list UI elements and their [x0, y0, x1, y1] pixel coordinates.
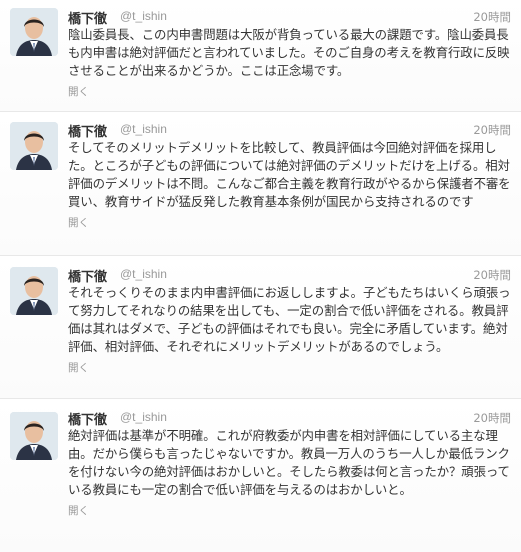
tweet-text: 陰山委員長、この内申書問題は大阪が背負っている最大の課題です。陰山委員長も内申書… [68, 27, 510, 78]
avatar[interactable] [10, 267, 58, 315]
avatar-photo-icon [10, 412, 58, 460]
avatar[interactable] [10, 412, 58, 460]
avatar-photo-icon [10, 8, 58, 56]
author-name[interactable]: 橋下徹 [68, 266, 107, 285]
author-handle[interactable]: @t_ishin [120, 9, 167, 23]
tweet[interactable]: 橋下徹 @t_ishin 20時間 それそっくりそのまま内申書評価にお返しします… [0, 256, 521, 399]
avatar-photo-icon [10, 122, 58, 170]
tweet-content: 橋下徹 @t_ishin 20時間 絶対評価は基準が不明確。これが府教委が内申書… [68, 399, 511, 518]
tweet-text: そしてそのメリットデメリットを比較して、教員評価は今回絶対評価を採用した。ところ… [68, 140, 511, 209]
avatar[interactable] [10, 8, 58, 56]
expand-link[interactable]: 開く [68, 360, 89, 375]
expand-link[interactable]: 開く [68, 503, 89, 518]
tweet-content: 橋下徹 @t_ishin 20時間 それそっくりそのまま内申書評価にお返しします… [68, 256, 511, 375]
author-handle[interactable]: @t_ishin [120, 122, 167, 136]
tweet[interactable]: 橋下徹 @t_ishin 20時間 絶対評価は基準が不明確。これが府教委が内申書… [0, 399, 521, 552]
expand-link[interactable]: 開く [68, 84, 89, 99]
avatar-photo-icon [10, 267, 58, 315]
timestamp[interactable]: 20時間 [473, 122, 511, 138]
timeline: 橋下徹 @t_ishin 20時間 陰山委員長、この内申書問題は大阪が背負ってい… [0, 0, 521, 552]
tweet[interactable]: 橋下徹 @t_ishin 20時間 そしてそのメリットデメリットを比較して、教員… [0, 112, 521, 256]
tweet-content: 橋下徹 @t_ishin 20時間 そしてそのメリットデメリットを比較して、教員… [68, 112, 511, 230]
author-name[interactable]: 橋下徹 [68, 8, 107, 27]
tweet-content: 橋下徹 @t_ishin 20時間 陰山委員長、この内申書問題は大阪が背負ってい… [68, 0, 511, 99]
tweet-text: 絶対評価は基準が不明確。これが府教委が内申書を相対評価にしている主な理由。だから… [68, 428, 510, 497]
tweet-header: 橋下徹 @t_ishin 20時間 [68, 6, 511, 27]
timestamp[interactable]: 20時間 [473, 410, 511, 426]
tweet-header: 橋下徹 @t_ishin 20時間 [68, 407, 511, 428]
tweet-header: 橋下徹 @t_ishin 20時間 [68, 264, 511, 285]
tweet[interactable]: 橋下徹 @t_ishin 20時間 陰山委員長、この内申書問題は大阪が背負ってい… [0, 0, 521, 112]
author-handle[interactable]: @t_ishin [120, 267, 167, 281]
tweet-text: それそっくりそのまま内申書評価にお返ししますよ。子どもたちはいくら頑張って努力し… [68, 285, 511, 354]
expand-link[interactable]: 開く [68, 215, 89, 230]
author-name[interactable]: 橋下徹 [68, 409, 107, 428]
timestamp[interactable]: 20時間 [473, 9, 511, 25]
timestamp[interactable]: 20時間 [473, 267, 511, 283]
author-handle[interactable]: @t_ishin [120, 410, 167, 424]
author-name[interactable]: 橋下徹 [68, 121, 107, 140]
avatar[interactable] [10, 122, 58, 170]
tweet-header: 橋下徹 @t_ishin 20時間 [68, 119, 511, 140]
